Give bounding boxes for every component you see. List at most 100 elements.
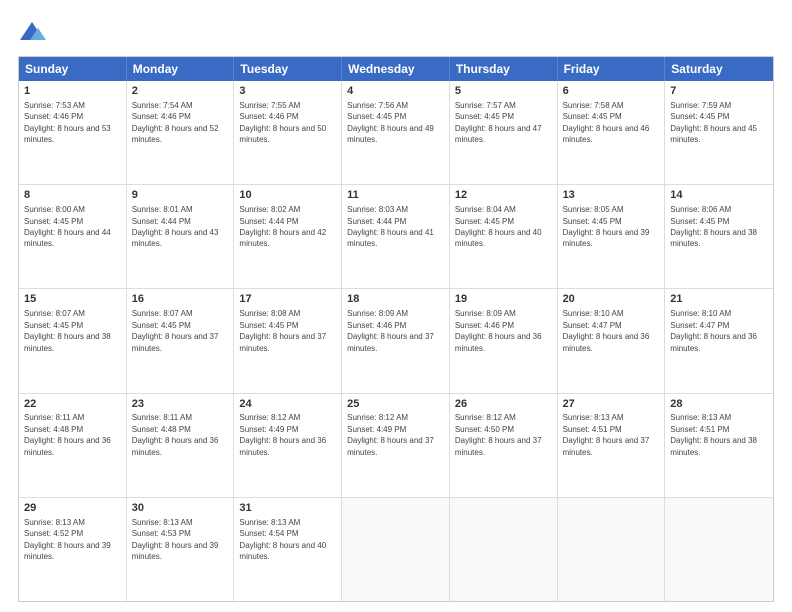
calendar-week-row: 22Sunrise: 8:11 AMSunset: 4:48 PMDayligh… xyxy=(19,393,773,497)
calendar-cell: 25Sunrise: 8:12 AMSunset: 4:49 PMDayligh… xyxy=(342,394,450,497)
weekday-header: Tuesday xyxy=(234,57,342,81)
header xyxy=(18,18,774,46)
day-number: 11 xyxy=(347,188,444,203)
cell-info: Sunrise: 8:06 AMSunset: 4:45 PMDaylight:… xyxy=(670,205,757,248)
cell-info: Sunrise: 8:10 AMSunset: 4:47 PMDaylight:… xyxy=(670,309,757,352)
calendar-cell xyxy=(342,498,450,601)
cell-info: Sunrise: 8:01 AMSunset: 4:44 PMDaylight:… xyxy=(132,205,219,248)
calendar-cell: 7 Sunrise: 7:59 AMSunset: 4:45 PMDaylight… xyxy=(665,81,773,184)
calendar-cell: 24Sunrise: 8:12 AMSunset: 4:49 PMDayligh… xyxy=(234,394,342,497)
cell-info: Sunrise: 8:12 AMSunset: 4:50 PMDaylight:… xyxy=(455,413,542,456)
cell-info: Sunrise: 7:56 AMSunset: 4:45 PMDaylight:… xyxy=(347,101,434,144)
cell-info: Sunrise: 8:07 AMSunset: 4:45 PMDaylight:… xyxy=(24,309,111,352)
calendar-week-row: 8 Sunrise: 8:00 AMSunset: 4:45 PMDaylight… xyxy=(19,184,773,288)
weekday-header: Saturday xyxy=(665,57,773,81)
calendar-body: 1 Sunrise: 7:53 AMSunset: 4:46 PMDaylight… xyxy=(19,81,773,601)
calendar-cell: 10 Sunrise: 8:02 AMSunset: 4:44 PMDayligh… xyxy=(234,185,342,288)
day-number: 16 xyxy=(132,292,229,307)
cell-info: Sunrise: 8:11 AMSunset: 4:48 PMDaylight:… xyxy=(132,413,219,456)
cell-info: Sunrise: 7:57 AMSunset: 4:45 PMDaylight:… xyxy=(455,101,542,144)
day-number: 29 xyxy=(24,501,121,516)
calendar-cell: 3 Sunrise: 7:55 AMSunset: 4:46 PMDaylight… xyxy=(234,81,342,184)
cell-info: Sunrise: 8:13 AMSunset: 4:53 PMDaylight:… xyxy=(132,518,219,561)
day-number: 30 xyxy=(132,501,229,516)
day-number: 24 xyxy=(239,397,336,412)
day-number: 31 xyxy=(239,501,336,516)
day-number: 20 xyxy=(563,292,660,307)
cell-info: Sunrise: 8:03 AMSunset: 4:44 PMDaylight:… xyxy=(347,205,434,248)
day-number: 15 xyxy=(24,292,121,307)
day-number: 19 xyxy=(455,292,552,307)
day-number: 1 xyxy=(24,84,121,99)
day-number: 4 xyxy=(347,84,444,99)
calendar-cell: 11 Sunrise: 8:03 AMSunset: 4:44 PMDayligh… xyxy=(342,185,450,288)
cell-info: Sunrise: 7:59 AMSunset: 4:45 PMDaylight:… xyxy=(670,101,757,144)
calendar-cell: 29Sunrise: 8:13 AMSunset: 4:52 PMDayligh… xyxy=(19,498,127,601)
cell-info: Sunrise: 7:55 AMSunset: 4:46 PMDaylight:… xyxy=(239,101,326,144)
calendar-cell: 15 Sunrise: 8:07 AMSunset: 4:45 PMDayligh… xyxy=(19,289,127,392)
day-number: 21 xyxy=(670,292,768,307)
weekday-header: Thursday xyxy=(450,57,558,81)
calendar-cell: 19Sunrise: 8:09 AMSunset: 4:46 PMDayligh… xyxy=(450,289,558,392)
day-number: 23 xyxy=(132,397,229,412)
day-number: 7 xyxy=(670,84,768,99)
calendar-cell: 30 Sunrise: 8:13 AMSunset: 4:53 PMDayligh… xyxy=(127,498,235,601)
calendar-header: SundayMondayTuesdayWednesdayThursdayFrid… xyxy=(19,57,773,81)
calendar-cell: 27Sunrise: 8:13 AMSunset: 4:51 PMDayligh… xyxy=(558,394,666,497)
day-number: 17 xyxy=(239,292,336,307)
calendar-cell: 26Sunrise: 8:12 AMSunset: 4:50 PMDayligh… xyxy=(450,394,558,497)
day-number: 9 xyxy=(132,188,229,203)
calendar-cell: 20 Sunrise: 8:10 AMSunset: 4:47 PMDayligh… xyxy=(558,289,666,392)
calendar-cell: 6 Sunrise: 7:58 AMSunset: 4:45 PMDaylight… xyxy=(558,81,666,184)
day-number: 22 xyxy=(24,397,121,412)
calendar-week-row: 29Sunrise: 8:13 AMSunset: 4:52 PMDayligh… xyxy=(19,497,773,601)
day-number: 18 xyxy=(347,292,444,307)
cell-info: Sunrise: 8:04 AMSunset: 4:45 PMDaylight:… xyxy=(455,205,542,248)
day-number: 27 xyxy=(563,397,660,412)
cell-info: Sunrise: 8:00 AMSunset: 4:45 PMDaylight:… xyxy=(24,205,111,248)
weekday-header: Monday xyxy=(127,57,235,81)
calendar-cell: 9 Sunrise: 8:01 AMSunset: 4:44 PMDaylight… xyxy=(127,185,235,288)
day-number: 28 xyxy=(670,397,768,412)
calendar-cell: 4 Sunrise: 7:56 AMSunset: 4:45 PMDaylight… xyxy=(342,81,450,184)
day-number: 13 xyxy=(563,188,660,203)
calendar-cell: 2 Sunrise: 7:54 AMSunset: 4:46 PMDaylight… xyxy=(127,81,235,184)
cell-info: Sunrise: 8:08 AMSunset: 4:45 PMDaylight:… xyxy=(239,309,326,352)
weekday-header: Friday xyxy=(558,57,666,81)
day-number: 25 xyxy=(347,397,444,412)
logo-icon xyxy=(18,18,46,46)
calendar-cell xyxy=(450,498,558,601)
weekday-header: Sunday xyxy=(19,57,127,81)
cell-info: Sunrise: 8:02 AMSunset: 4:44 PMDaylight:… xyxy=(239,205,326,248)
day-number: 14 xyxy=(670,188,768,203)
cell-info: Sunrise: 8:07 AMSunset: 4:45 PMDaylight:… xyxy=(132,309,219,352)
calendar-cell: 8 Sunrise: 8:00 AMSunset: 4:45 PMDaylight… xyxy=(19,185,127,288)
calendar-cell: 22Sunrise: 8:11 AMSunset: 4:48 PMDayligh… xyxy=(19,394,127,497)
day-number: 10 xyxy=(239,188,336,203)
cell-info: Sunrise: 7:58 AMSunset: 4:45 PMDaylight:… xyxy=(563,101,650,144)
day-number: 6 xyxy=(563,84,660,99)
cell-info: Sunrise: 8:05 AMSunset: 4:45 PMDaylight:… xyxy=(563,205,650,248)
calendar-cell: 1 Sunrise: 7:53 AMSunset: 4:46 PMDaylight… xyxy=(19,81,127,184)
day-number: 3 xyxy=(239,84,336,99)
calendar-cell: 28Sunrise: 8:13 AMSunset: 4:51 PMDayligh… xyxy=(665,394,773,497)
calendar-cell: 12Sunrise: 8:04 AMSunset: 4:45 PMDayligh… xyxy=(450,185,558,288)
calendar-cell: 21 Sunrise: 8:10 AMSunset: 4:47 PMDayligh… xyxy=(665,289,773,392)
calendar-cell: 13 Sunrise: 8:05 AMSunset: 4:45 PMDayligh… xyxy=(558,185,666,288)
calendar-cell: 16 Sunrise: 8:07 AMSunset: 4:45 PMDayligh… xyxy=(127,289,235,392)
cell-info: Sunrise: 8:09 AMSunset: 4:46 PMDaylight:… xyxy=(347,309,434,352)
day-number: 5 xyxy=(455,84,552,99)
cell-info: Sunrise: 7:53 AMSunset: 4:46 PMDaylight:… xyxy=(24,101,111,144)
calendar-cell: 31Sunrise: 8:13 AMSunset: 4:54 PMDayligh… xyxy=(234,498,342,601)
cell-info: Sunrise: 8:12 AMSunset: 4:49 PMDaylight:… xyxy=(347,413,434,456)
calendar-week-row: 1 Sunrise: 7:53 AMSunset: 4:46 PMDaylight… xyxy=(19,81,773,184)
day-number: 8 xyxy=(24,188,121,203)
day-number: 2 xyxy=(132,84,229,99)
calendar-cell: 18 Sunrise: 8:09 AMSunset: 4:46 PMDayligh… xyxy=(342,289,450,392)
day-number: 26 xyxy=(455,397,552,412)
calendar-cell: 5 Sunrise: 7:57 AMSunset: 4:45 PMDaylight… xyxy=(450,81,558,184)
calendar-cell: 14 Sunrise: 8:06 AMSunset: 4:45 PMDayligh… xyxy=(665,185,773,288)
cell-info: Sunrise: 7:54 AMSunset: 4:46 PMDaylight:… xyxy=(132,101,219,144)
cell-info: Sunrise: 8:10 AMSunset: 4:47 PMDaylight:… xyxy=(563,309,650,352)
cell-info: Sunrise: 8:11 AMSunset: 4:48 PMDaylight:… xyxy=(24,413,111,456)
